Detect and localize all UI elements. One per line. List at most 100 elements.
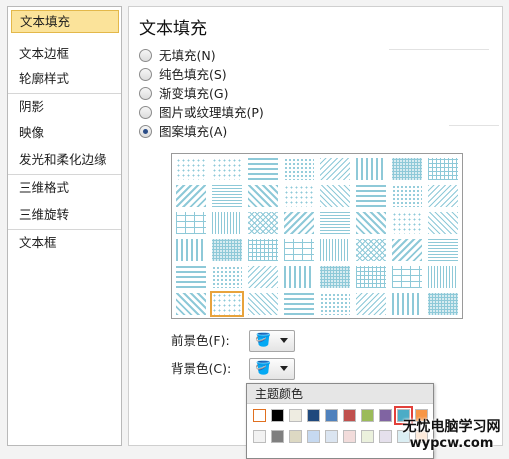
color-swatch[interactable] [343, 430, 356, 443]
radio-gradient-fill[interactable]: 渐变填充(G) [139, 84, 228, 103]
pattern-swatch[interactable] [320, 266, 350, 288]
color-swatch[interactable] [379, 430, 392, 443]
pattern-swatch[interactable] [248, 266, 278, 288]
sidebar-item-shadow[interactable]: 阴影 [11, 95, 119, 118]
sidebar-item-glow-soft-edges[interactable]: 发光和柔化边缘 [11, 148, 119, 171]
pattern-swatch[interactable] [428, 239, 458, 261]
sidebar-divider [8, 93, 121, 94]
sidebar-item-text-outline[interactable]: 文本边框 [11, 42, 119, 65]
color-swatch[interactable] [271, 409, 284, 422]
color-swatch[interactable] [289, 409, 302, 422]
pattern-swatch[interactable] [284, 212, 314, 234]
background-color-button[interactable]: 🪣 [249, 358, 295, 380]
pattern-swatch[interactable] [248, 185, 278, 207]
pattern-swatch[interactable] [176, 293, 206, 315]
pattern-swatch[interactable] [320, 212, 350, 234]
pattern-swatch[interactable] [176, 185, 206, 207]
color-swatch[interactable] [307, 430, 320, 443]
pattern-swatch[interactable] [392, 266, 422, 288]
radio-label: 图片或纹理填充(P) [159, 105, 264, 120]
paint-bucket-icon: 🪣 [255, 333, 272, 348]
sidebar-item-3d-rotation[interactable]: 三维旋转 [11, 203, 119, 226]
pattern-swatch[interactable] [356, 293, 386, 315]
pattern-swatch[interactable] [356, 185, 386, 207]
pattern-swatch[interactable] [392, 185, 422, 207]
pattern-swatch[interactable] [320, 239, 350, 261]
watermark-title: 无忧电脑学习网 [402, 419, 501, 435]
pattern-swatch[interactable] [392, 293, 422, 315]
radio-button[interactable] [139, 87, 152, 100]
pattern-swatch[interactable] [284, 158, 314, 180]
divider [389, 49, 489, 50]
radio-button[interactable] [139, 68, 152, 81]
sidebar-divider [8, 229, 121, 230]
pattern-swatch[interactable] [356, 266, 386, 288]
color-swatch[interactable] [253, 430, 266, 443]
pattern-swatch-selected[interactable] [210, 291, 244, 317]
radio-button[interactable] [139, 49, 152, 62]
pattern-swatch[interactable] [428, 158, 458, 180]
pattern-swatch[interactable] [392, 212, 422, 234]
text-fill-panel: 文本填充 无填充(N) 纯色填充(S) 渐变填充(G) 图片或纹理填充(P) 图… [128, 6, 503, 446]
pattern-swatch[interactable] [428, 212, 458, 234]
color-swatch[interactable] [325, 430, 338, 443]
pattern-swatch[interactable] [428, 293, 458, 315]
pattern-swatch[interactable] [212, 266, 242, 288]
sidebar-item-reflection[interactable]: 映像 [11, 121, 119, 144]
sidebar-item-text-box[interactable]: 文本框 [11, 231, 119, 254]
color-swatch[interactable] [379, 409, 392, 422]
pattern-swatch[interactable] [392, 158, 422, 180]
pattern-swatch[interactable] [248, 293, 278, 315]
color-swatch[interactable] [253, 409, 266, 422]
pattern-swatch[interactable] [284, 266, 314, 288]
color-swatch[interactable] [271, 430, 284, 443]
pattern-swatch[interactable] [212, 212, 242, 234]
pattern-swatch[interactable] [356, 239, 386, 261]
format-text-effects-dialog: 文本填充 文本边框 轮廓样式 阴影 映像 发光和柔化边缘 三维格式 三维旋转 文… [0, 0, 509, 459]
radio-label: 纯色填充(S) [159, 67, 227, 82]
radio-pattern-fill[interactable]: 图案填充(A) [139, 122, 227, 141]
pattern-swatch[interactable] [284, 185, 314, 207]
color-swatch[interactable] [361, 430, 374, 443]
pattern-swatch[interactable] [248, 158, 278, 180]
pattern-swatch[interactable] [212, 158, 242, 180]
sidebar-item-outline-style[interactable]: 轮廓样式 [11, 67, 119, 90]
sidebar-item-3d-format[interactable]: 三维格式 [11, 176, 119, 199]
foreground-color-button[interactable]: 🪣 [249, 330, 295, 352]
radio-picture-texture-fill[interactable]: 图片或纹理填充(P) [139, 103, 264, 122]
color-swatch[interactable] [289, 430, 302, 443]
pattern-swatch[interactable] [248, 212, 278, 234]
pattern-swatch[interactable] [176, 239, 206, 261]
pattern-swatch[interactable] [356, 158, 386, 180]
pattern-swatch[interactable] [248, 239, 278, 261]
chevron-down-icon [280, 338, 288, 343]
radio-label: 渐变填充(G) [159, 86, 229, 101]
radio-no-fill[interactable]: 无填充(N) [139, 46, 216, 65]
pattern-swatch[interactable] [392, 239, 422, 261]
pattern-swatch[interactable] [320, 158, 350, 180]
sidebar-item-text-fill[interactable]: 文本填充 [11, 10, 119, 33]
pattern-swatch[interactable] [320, 293, 350, 315]
foreground-color-row: 前景色(F): [171, 329, 230, 353]
pattern-swatch[interactable] [284, 239, 314, 261]
color-swatch[interactable] [325, 409, 338, 422]
pattern-swatch[interactable] [176, 266, 206, 288]
pattern-swatch[interactable] [356, 212, 386, 234]
pattern-swatch[interactable] [284, 293, 314, 315]
sidebar: 文本填充 文本边框 轮廓样式 阴影 映像 发光和柔化边缘 三维格式 三维旋转 文… [7, 6, 122, 446]
color-swatch[interactable] [361, 409, 374, 422]
pattern-swatch[interactable] [176, 212, 206, 234]
pattern-swatch[interactable] [428, 185, 458, 207]
radio-button-selected[interactable] [139, 125, 152, 138]
color-swatch[interactable] [343, 409, 356, 422]
radio-solid-fill[interactable]: 纯色填充(S) [139, 65, 227, 84]
panel-title: 文本填充 [139, 19, 207, 39]
watermark: 无忧电脑学习网 wypcw.com [396, 419, 507, 451]
color-swatch[interactable] [307, 409, 320, 422]
radio-button[interactable] [139, 106, 152, 119]
pattern-swatch[interactable] [320, 185, 350, 207]
pattern-swatch[interactable] [176, 158, 206, 180]
pattern-swatch[interactable] [212, 185, 242, 207]
pattern-swatch[interactable] [428, 266, 458, 288]
pattern-swatch[interactable] [212, 239, 242, 261]
